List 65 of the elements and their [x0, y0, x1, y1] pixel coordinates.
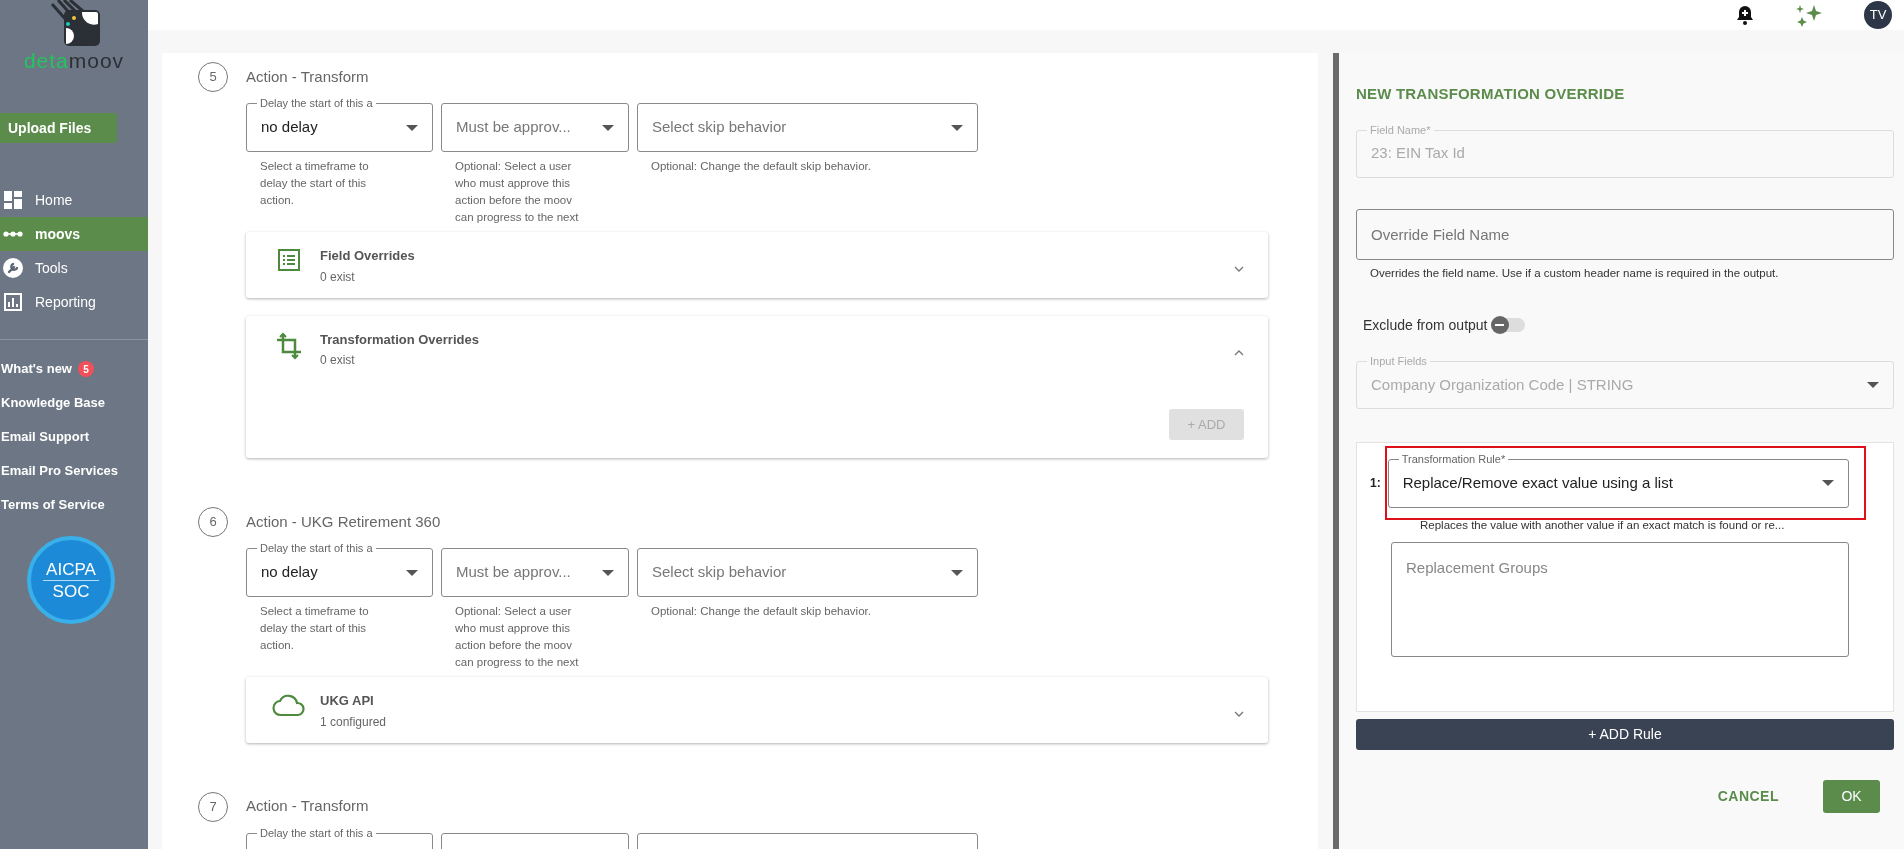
- dropdown-field[interactable]: Must be approv...: [441, 103, 629, 152]
- accordion-panel[interactable]: Field Overrides 0 exist: [246, 232, 1268, 298]
- user-avatar[interactable]: TV: [1864, 1, 1892, 29]
- cancel-button[interactable]: CANCEL: [1717, 785, 1779, 807]
- panel-title: Field Overrides: [320, 247, 416, 265]
- caret-icon: [951, 569, 963, 576]
- helper-text: Optional: Change the default skip behavior.: [650, 604, 872, 619]
- toggle-switch[interactable]: [1490, 318, 1525, 333]
- panel-title: UKG API: [320, 692, 375, 710]
- nav-item[interactable]: Home: [0, 183, 148, 217]
- sidebar-link[interactable]: Email Support: [0, 427, 90, 447]
- dropdown-field[interactable]: Must be approv...: [441, 548, 629, 597]
- replacement-groups-textarea[interactable]: Replacement Groups: [1391, 542, 1849, 657]
- dropdown-field[interactable]: Select skip behavior: [637, 548, 978, 597]
- helper-text: Optional: Change the default skip behavior.: [650, 159, 872, 174]
- caret-icon: [602, 569, 614, 576]
- helper-text: Replaces the value with another value if an exact match is found or re...: [1419, 517, 1786, 533]
- rule-index: 1:: [1370, 475, 1381, 493]
- accordion-panel[interactable]: UKG API 1 configured: [246, 677, 1268, 743]
- upload-files-button[interactable]: Upload Files: [0, 113, 117, 143]
- list-icon: [277, 248, 301, 272]
- dashboard-icon: [4, 191, 22, 209]
- certification-badge: AICPA SOC: [27, 536, 115, 624]
- step-title: Action - UKG Retirement 360: [246, 511, 441, 532]
- ok-button[interactable]: OK: [1823, 779, 1880, 813]
- logo-text: detamoov: [23, 49, 125, 72]
- nav-item[interactable]: moovs: [0, 217, 148, 251]
- chevron-down-icon[interactable]: [1234, 266, 1244, 272]
- sidebar-link[interactable]: Terms of Service: [0, 495, 105, 515]
- chart-icon: [4, 293, 22, 311]
- panel-heading: NEW TRANSFORMATION OVERRIDE: [1356, 84, 1626, 104]
- crop-icon: [275, 331, 303, 360]
- helper-text: Select a timeframe to delay the start of this action.: [259, 159, 370, 208]
- panel-subtitle: 0 exist: [320, 268, 356, 286]
- caret-icon: [951, 124, 963, 131]
- panel-subtitle: 1 configured: [320, 713, 388, 731]
- nav-item[interactable]: Tools: [0, 251, 148, 285]
- sidebar-link[interactable]: Email Pro Services: [0, 461, 119, 481]
- helper-text: Optional: Select a user who must approve this action before the moov can progress to the next: [454, 159, 580, 225]
- panel-subtitle: 0 exist: [320, 352, 356, 369]
- panel-title: Transformation Overrides: [320, 330, 480, 349]
- caret-icon: [406, 124, 418, 131]
- sidebar-link[interactable]: Knowledge Base: [0, 393, 106, 413]
- helper-text: Overrides the field name. Use if a custom header name is required in the output.: [1369, 265, 1780, 281]
- bell-plus-icon[interactable]: [1736, 5, 1754, 25]
- step-title: Action - Transform: [246, 796, 369, 817]
- chevron-up-icon[interactable]: [1234, 349, 1244, 356]
- caret-icon: [406, 569, 418, 576]
- caret-icon: [602, 124, 614, 131]
- caret-icon: [1822, 480, 1834, 487]
- helper-text: Optional: Select a user who must approve this action before the moov can progress to the next: [454, 604, 580, 670]
- step-title: Action - Transform: [246, 66, 369, 87]
- sidebar-link[interactable]: What's new: [0, 359, 72, 379]
- nav-item[interactable]: Reporting: [0, 285, 148, 319]
- caret-icon: [1867, 381, 1879, 388]
- count-badge: 5: [78, 361, 94, 377]
- dots-icon: [3, 231, 23, 237]
- override-field-name-input[interactable]: Override Field Name: [1356, 208, 1894, 260]
- helper-text: Select a timeframe to delay the start of this action.: [259, 604, 370, 653]
- wrench-icon: [3, 258, 23, 278]
- cloud-icon: [272, 693, 306, 717]
- dropdown-field[interactable]: Select skip behavior: [637, 103, 978, 152]
- chevron-down-icon[interactable]: [1234, 711, 1244, 717]
- add-rule-button[interactable]: + ADD Rule: [1356, 718, 1894, 750]
- toggle-label: Exclude from output: [1363, 315, 1488, 335]
